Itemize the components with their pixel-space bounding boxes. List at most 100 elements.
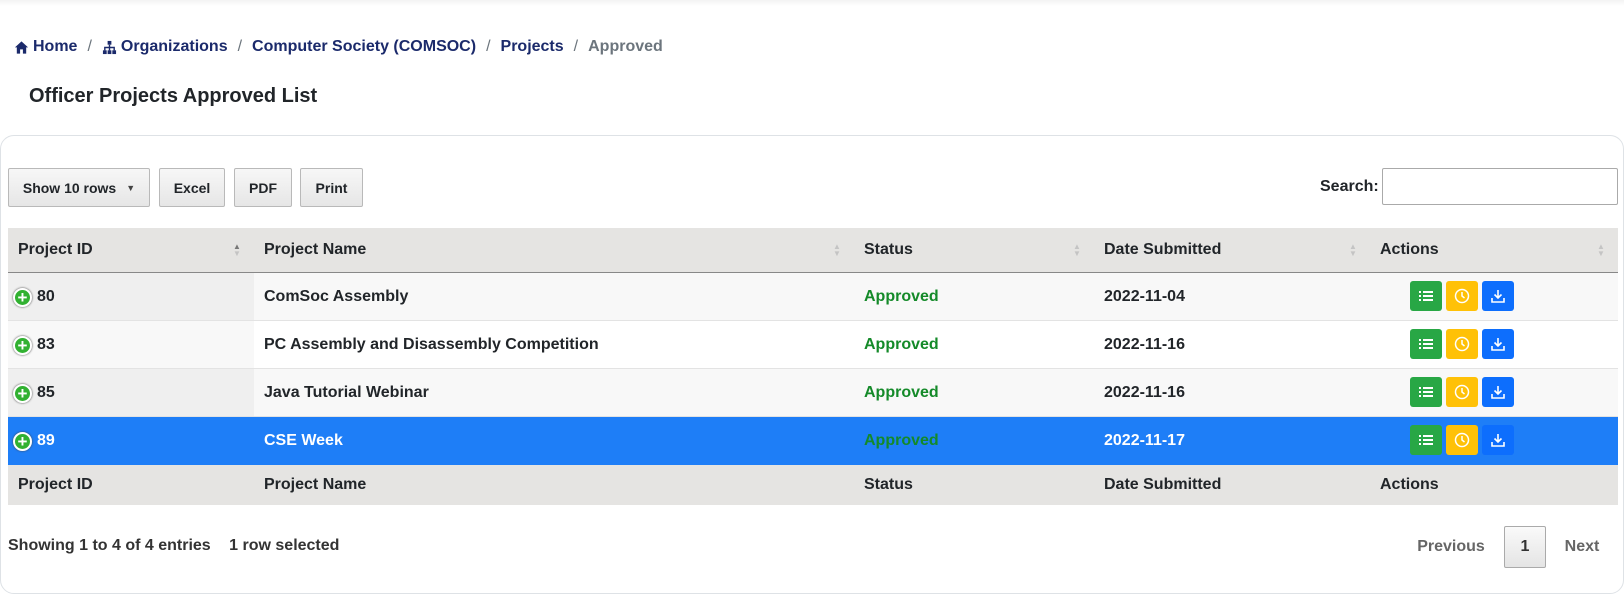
plus-circle-icon[interactable]: + xyxy=(13,336,32,355)
sort-icon: ▲ ▼ xyxy=(1597,242,1605,258)
cell-status: Approved xyxy=(864,431,939,449)
cell-date-submitted: 2022-11-04 xyxy=(1104,287,1185,305)
showing-entries-text: Showing 1 to 4 of 4 entries xyxy=(8,537,211,554)
view-details-button[interactable] xyxy=(1410,281,1442,311)
top-shadow xyxy=(0,0,1624,6)
table-row[interactable]: + 85 Java Tutorial Webinar Approved 2022… xyxy=(8,369,1618,417)
home-icon xyxy=(14,40,29,54)
search-label: Search: xyxy=(1320,178,1379,195)
pagination-previous[interactable]: Previous xyxy=(1406,526,1496,568)
history-button[interactable] xyxy=(1446,329,1478,359)
cell-status: Approved xyxy=(864,383,939,401)
breadcrumb-org[interactable]: Computer Society (COMSOC) xyxy=(252,38,476,56)
header-project-name[interactable]: Project Name ▲ ▼ xyxy=(254,228,854,272)
page-title: Officer Projects Approved List xyxy=(29,85,318,107)
list-icon xyxy=(1419,435,1433,445)
list-icon xyxy=(1419,291,1433,301)
footer-project-id: Project ID xyxy=(18,476,93,493)
table-header: Project ID ▲ ▼ Project Name ▲ ▼ Status ▲ ▼ … xyxy=(8,228,1618,273)
cell-project-name: PC Assembly and Disassembly Competition xyxy=(264,335,599,353)
breadcrumb-organizations-label: Organizations xyxy=(120,38,228,55)
cell-status: Approved xyxy=(864,287,939,305)
cell-date-submitted: 2022-11-16 xyxy=(1104,335,1185,353)
footer-actions: Actions xyxy=(1380,476,1439,493)
cell-project-name: ComSoc Assembly xyxy=(264,287,409,305)
download-icon xyxy=(1491,434,1505,447)
pdf-button[interactable]: PDF xyxy=(234,168,292,207)
breadcrumb-home[interactable]: Home xyxy=(14,38,77,56)
plus-circle-icon[interactable]: + xyxy=(13,432,32,451)
chevron-down-icon: ▼ xyxy=(126,182,136,193)
cell-project-id: 80 xyxy=(37,287,55,305)
download-icon xyxy=(1491,290,1505,303)
sort-icon: ▲ ▼ xyxy=(833,242,841,258)
cell-date-submitted: 2022-11-16 xyxy=(1104,383,1185,401)
show-rows-label: Show 10 rows xyxy=(22,179,117,196)
breadcrumb-current: Approved xyxy=(588,38,663,55)
clock-icon xyxy=(1454,288,1470,304)
history-button[interactable] xyxy=(1446,377,1478,407)
search-input[interactable] xyxy=(1382,168,1618,205)
view-details-button[interactable] xyxy=(1410,377,1442,407)
download-button[interactable] xyxy=(1482,425,1514,455)
header-actions[interactable]: Actions ▲ ▼ xyxy=(1370,228,1618,272)
view-details-button[interactable] xyxy=(1410,425,1442,455)
clock-icon xyxy=(1454,384,1470,400)
history-button[interactable] xyxy=(1446,281,1478,311)
table-footer: Project ID Project Name Status Date Subm… xyxy=(8,465,1618,505)
cell-project-id: 83 xyxy=(37,335,55,353)
footer-project-name: Project Name xyxy=(264,476,367,493)
show-rows-dropdown[interactable]: Show 10 rows ▼ xyxy=(8,168,150,207)
header-project-name-label: Project Name xyxy=(264,241,367,258)
footer-date-submitted: Date Submitted xyxy=(1104,476,1222,493)
table-row[interactable]: + 83 PC Assembly and Disassembly Competi… xyxy=(8,321,1618,369)
rows-selected-text: 1 row selected xyxy=(229,537,340,554)
header-project-id[interactable]: Project ID ▲ ▼ xyxy=(8,228,254,272)
sort-icon: ▲ ▼ xyxy=(1349,242,1357,258)
pagination-page-1[interactable]: 1 xyxy=(1504,526,1546,568)
breadcrumb-separator: / xyxy=(486,38,491,55)
plus-circle-icon[interactable]: + xyxy=(13,384,32,403)
sort-icon: ▲ ▼ xyxy=(1073,242,1081,258)
cell-project-name: CSE Week xyxy=(264,431,343,449)
download-button[interactable] xyxy=(1482,377,1514,407)
header-status-label: Status xyxy=(864,241,913,258)
header-date-submitted[interactable]: Date Submitted ▲ ▼ xyxy=(1094,228,1370,272)
table-row-selected[interactable]: + 89 CSE Week Approved 2022-11-17 xyxy=(8,417,1618,465)
header-actions-label: Actions xyxy=(1380,241,1439,258)
table-info: Showing 1 to 4 of 4 entries 1 row select… xyxy=(8,537,339,555)
cell-date-submitted: 2022-11-17 xyxy=(1104,431,1185,449)
download-button[interactable] xyxy=(1482,281,1514,311)
breadcrumb-organizations[interactable]: Organizations xyxy=(102,38,228,56)
breadcrumb-separator: / xyxy=(87,38,92,55)
header-date-submitted-label: Date Submitted xyxy=(1104,241,1222,258)
print-button[interactable]: Print xyxy=(300,168,363,207)
breadcrumb: Home / Organizations / Computer Society … xyxy=(14,37,663,57)
list-icon xyxy=(1419,339,1433,349)
cell-status: Approved xyxy=(864,335,939,353)
clock-icon xyxy=(1454,432,1470,448)
header-project-id-label: Project ID xyxy=(18,241,93,258)
footer-status: Status xyxy=(864,476,913,493)
plus-circle-icon[interactable]: + xyxy=(13,288,32,307)
view-details-button[interactable] xyxy=(1410,329,1442,359)
projects-table: Project ID ▲ ▼ Project Name ▲ ▼ Status ▲ ▼ … xyxy=(8,228,1618,505)
header-status[interactable]: Status ▲ ▼ xyxy=(854,228,1094,272)
excel-button[interactable]: Excel xyxy=(159,168,225,207)
sort-icon: ▲ ▼ xyxy=(233,242,241,258)
breadcrumb-home-label: Home xyxy=(33,38,78,55)
download-button[interactable] xyxy=(1482,329,1514,359)
breadcrumb-projects[interactable]: Projects xyxy=(501,38,564,56)
pagination-next[interactable]: Next xyxy=(1554,526,1610,568)
sitemap-icon xyxy=(102,40,116,54)
download-icon xyxy=(1491,386,1505,399)
history-button[interactable] xyxy=(1446,425,1478,455)
breadcrumb-separator: / xyxy=(237,38,243,55)
download-icon xyxy=(1491,338,1505,351)
cell-project-id: 89 xyxy=(37,431,55,449)
cell-project-name: Java Tutorial Webinar xyxy=(264,383,429,401)
clock-icon xyxy=(1454,336,1470,352)
table-row[interactable]: + 80 ComSoc Assembly Approved 2022-11-04 xyxy=(8,273,1618,321)
cell-project-id: 85 xyxy=(37,383,55,401)
list-icon xyxy=(1419,387,1433,397)
